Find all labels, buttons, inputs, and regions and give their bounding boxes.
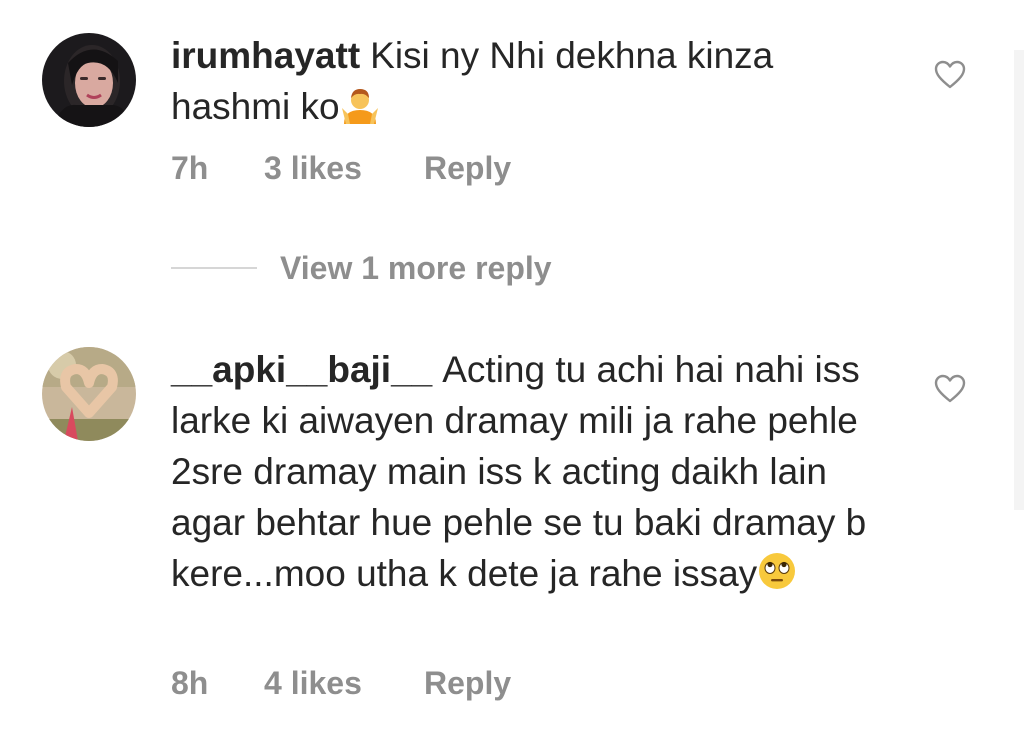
comment-username[interactable]: irumhayatt	[171, 35, 360, 76]
reply-button[interactable]: Reply	[424, 665, 511, 702]
comment-username[interactable]: __apki__baji__	[171, 349, 432, 390]
face-with-rolling-eyes-emoji	[757, 551, 797, 591]
heart-outline-icon[interactable]	[934, 374, 966, 404]
comment-meta: 8h 4 likes Reply	[171, 665, 511, 702]
comment-likes-count[interactable]: 3 likes	[264, 150, 424, 187]
heart-hands-avatar-photo	[42, 347, 136, 441]
comment-text: irumhayatt Kisi ny Nhi dekhna kinza hashm…	[171, 30, 871, 132]
scrollbar[interactable]	[1014, 50, 1024, 510]
avatar[interactable]	[42, 347, 136, 441]
comment-text: __apki__baji__ Acting tu achi hai nahi is…	[171, 344, 911, 599]
person-shrugging-emoji	[340, 84, 380, 124]
comment-timestamp: 8h	[171, 665, 209, 701]
view-more-replies-label: View 1 more reply	[280, 249, 552, 286]
comment-timestamp: 7h	[171, 150, 209, 186]
heart-outline-icon[interactable]	[934, 60, 966, 90]
view-more-replies-button[interactable]: View 1 more reply	[171, 248, 552, 288]
replies-divider-line	[171, 267, 257, 269]
avatar[interactable]	[42, 33, 136, 127]
comment-likes-count[interactable]: 4 likes	[264, 665, 424, 702]
comment-meta: 7h 3 likes Reply	[171, 150, 511, 187]
reply-button[interactable]: Reply	[424, 150, 511, 187]
user-avatar-photo	[42, 33, 136, 127]
